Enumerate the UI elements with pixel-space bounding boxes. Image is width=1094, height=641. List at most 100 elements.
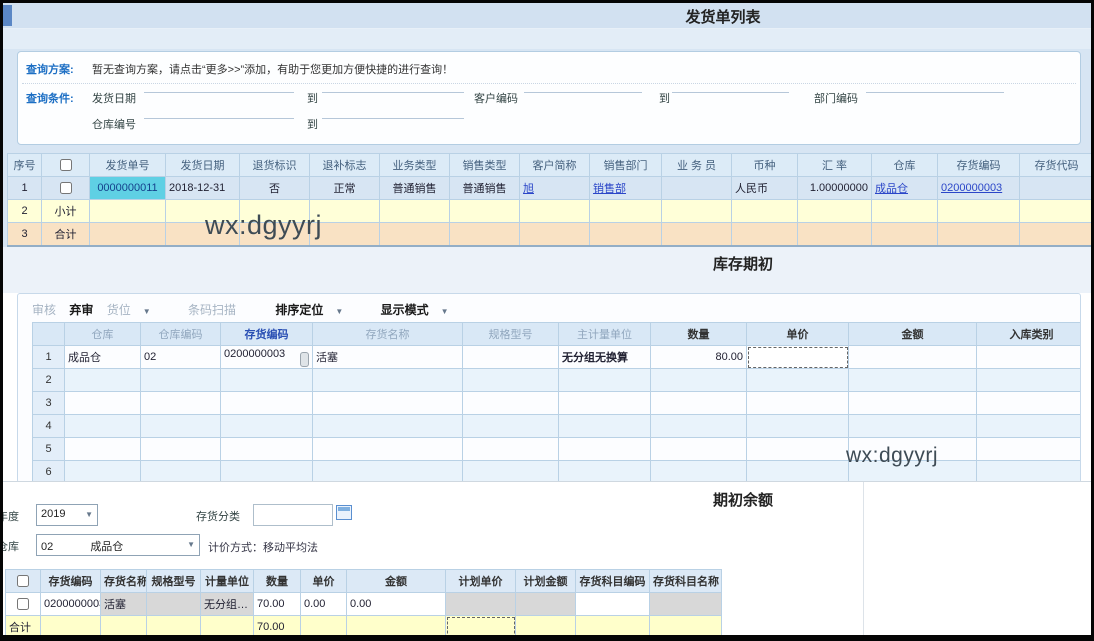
picker-icon[interactable] — [300, 352, 309, 367]
table-row[interactable]: 1 成品仓 02 0200000003 活塞 无分组无换算 80.00 — [33, 346, 1082, 369]
customer-link[interactable]: 旭 — [523, 183, 534, 195]
cell-unit[interactable]: 无分组无换算 — [559, 346, 651, 369]
cell[interactable] — [651, 461, 747, 484]
cell[interactable] — [977, 461, 1082, 484]
inv-class-input[interactable] — [253, 504, 333, 526]
table-row[interactable]: 1 0000000011 2018-12-31 否 正常 普通销售 普通销售 旭… — [8, 177, 1094, 200]
cell[interactable] — [65, 461, 141, 484]
cell[interactable] — [977, 438, 1082, 461]
audit-button[interactable]: 审核 — [32, 303, 56, 317]
warehouse-select[interactable]: 02 成品仓 ▼ — [36, 534, 200, 556]
cell[interactable] — [747, 392, 849, 415]
cell[interactable] — [463, 392, 559, 415]
cell[interactable] — [141, 392, 221, 415]
cell[interactable] — [849, 415, 977, 438]
cell[interactable] — [977, 369, 1082, 392]
cell-spec[interactable] — [147, 593, 201, 616]
warehouse-no-from-input[interactable] — [144, 104, 294, 119]
cell-warehouse-code[interactable]: 02 — [141, 346, 221, 369]
cell[interactable] — [141, 415, 221, 438]
table-row[interactable]: 0200000003 活塞 无分组… 70.00 0.00 0.00 — [6, 593, 722, 616]
cell[interactable] — [559, 415, 651, 438]
cell-date[interactable]: 2018-12-31 — [166, 177, 240, 200]
display-mode-button[interactable]: 显示模式▼ — [381, 303, 459, 317]
cell-plan-amount[interactable] — [516, 593, 576, 616]
cell[interactable] — [221, 392, 313, 415]
barcode-scan-button[interactable]: 条码扫描 — [188, 303, 236, 317]
inv-code-link[interactable]: 0200000003 — [941, 182, 1002, 194]
cell-price-selected[interactable] — [747, 346, 849, 369]
dept-code-input[interactable] — [866, 78, 1004, 93]
unaudit-button[interactable]: 弃审 — [69, 303, 93, 317]
cell[interactable] — [651, 415, 747, 438]
cell-inv-account-name[interactable] — [650, 593, 722, 616]
cell[interactable] — [463, 438, 559, 461]
cell-sale-type[interactable]: 普通销售 — [450, 177, 520, 200]
cell[interactable] — [65, 369, 141, 392]
cell[interactable] — [221, 461, 313, 484]
selected-cell[interactable] — [446, 616, 516, 639]
cell-warehouse[interactable]: 成品仓 — [65, 346, 141, 369]
cell[interactable] — [65, 392, 141, 415]
cell-in-category[interactable] — [977, 346, 1082, 369]
cell[interactable] — [651, 369, 747, 392]
cell-currency[interactable]: 人民币 — [732, 177, 798, 200]
cell[interactable] — [221, 438, 313, 461]
cell-unit[interactable]: 无分组… — [201, 593, 254, 616]
cell[interactable] — [747, 438, 849, 461]
cell[interactable] — [141, 438, 221, 461]
select-all-checkbox[interactable] — [60, 159, 72, 171]
cell[interactable] — [313, 461, 463, 484]
row-checkbox[interactable] — [60, 182, 72, 194]
cell[interactable] — [463, 461, 559, 484]
cell-inv-name[interactable]: 活塞 — [101, 593, 147, 616]
cell[interactable] — [65, 438, 141, 461]
cell-amount[interactable]: 0.00 — [347, 593, 446, 616]
cell-qty[interactable]: 80.00 — [651, 346, 747, 369]
warehouse-link[interactable]: 成品仓 — [875, 183, 908, 195]
cell-inv-code[interactable]: 0200000003 — [41, 593, 101, 616]
cell[interactable] — [559, 369, 651, 392]
inv-class-picker-icon[interactable] — [336, 505, 352, 520]
cell[interactable] — [141, 369, 221, 392]
cell[interactable] — [463, 369, 559, 392]
cell-spec[interactable] — [463, 346, 559, 369]
cell[interactable] — [849, 392, 977, 415]
year-select[interactable]: 2019▼ — [36, 504, 98, 526]
cell-qty[interactable]: 70.00 — [254, 593, 301, 616]
sort-locate-button[interactable]: 排序定位▼ — [275, 303, 353, 317]
customer-code-to-input[interactable] — [672, 78, 789, 93]
cell-inv-name[interactable]: 活塞 — [313, 346, 463, 369]
cell[interactable] — [313, 369, 463, 392]
cell-inv-code[interactable]: 0200000003 — [221, 346, 313, 369]
ship-date-from-input[interactable] — [144, 78, 294, 93]
cell[interactable] — [559, 461, 651, 484]
customer-code-from-input[interactable] — [524, 78, 642, 93]
ship-date-to-input[interactable] — [322, 78, 464, 93]
select-all-checkbox[interactable] — [17, 575, 29, 587]
cell[interactable] — [559, 438, 651, 461]
warehouse-no-to-input[interactable] — [322, 104, 464, 119]
cell-rate[interactable]: 1.00000000 — [798, 177, 872, 200]
cell-biz-type[interactable]: 普通销售 — [380, 177, 450, 200]
table-row[interactable]: 3 — [33, 392, 1082, 415]
cell-makeup-flag[interactable]: 正常 — [310, 177, 380, 200]
cell-salesman[interactable] — [662, 177, 732, 200]
table-row[interactable]: 4 — [33, 415, 1082, 438]
cell[interactable] — [747, 461, 849, 484]
cell-price[interactable]: 0.00 — [301, 593, 347, 616]
cell[interactable] — [463, 415, 559, 438]
dept-link[interactable]: 销售部 — [593, 183, 626, 195]
cell[interactable] — [65, 415, 141, 438]
cell-order-no[interactable]: 0000000011 — [90, 177, 166, 200]
cell-inv-account-code[interactable] — [576, 593, 650, 616]
cell-inv-alias[interactable] — [1020, 177, 1094, 200]
cell[interactable] — [313, 438, 463, 461]
cell[interactable] — [651, 438, 747, 461]
cell[interactable] — [313, 392, 463, 415]
cell[interactable] — [747, 369, 849, 392]
row-checkbox[interactable] — [17, 598, 29, 610]
cell-amount[interactable] — [849, 346, 977, 369]
cell[interactable] — [313, 415, 463, 438]
location-button[interactable]: 货位▼ — [107, 303, 161, 317]
